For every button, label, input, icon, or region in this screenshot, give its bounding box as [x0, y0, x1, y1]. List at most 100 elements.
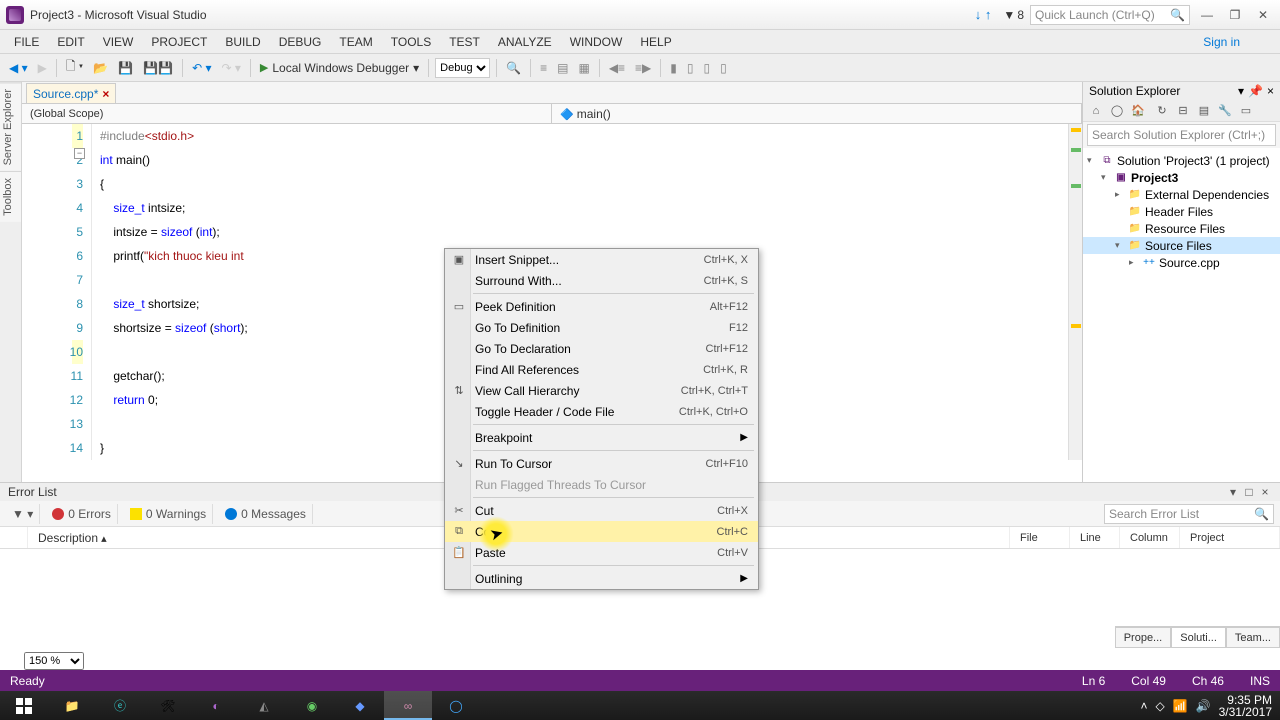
menu-file[interactable]: FILE: [6, 31, 47, 53]
ctx-surround-with-[interactable]: Surround With...Ctrl+K, S: [445, 270, 758, 291]
warnings-filter[interactable]: 0 Warnings: [124, 504, 213, 524]
indent-less-button[interactable]: ◀≡: [606, 58, 628, 78]
cloud-sync-icon[interactable]: ↓ ↑: [975, 7, 992, 22]
minimize-button[interactable]: —: [1196, 6, 1218, 24]
messages-filter[interactable]: 0 Messages: [219, 504, 313, 524]
fold-toggle-icon[interactable]: −: [74, 148, 85, 159]
restore-button[interactable]: ❐: [1224, 6, 1246, 24]
filter-dropdown[interactable]: ▼ ▾: [6, 504, 40, 524]
notification-badge[interactable]: ▼ 8: [1003, 8, 1024, 22]
indent-more-button[interactable]: ≡▶: [632, 58, 654, 78]
overview-ruler[interactable]: [1068, 124, 1082, 460]
menu-window[interactable]: WINDOW: [562, 31, 631, 53]
start-debugging-button[interactable]: ▶Local Windows Debugger ▾: [257, 58, 422, 78]
menu-team[interactable]: TEAM: [331, 31, 380, 53]
new-project-button[interactable]: 🗋 ▾: [63, 58, 86, 78]
ctx-view-call-hierarchy[interactable]: ⇅View Call HierarchyCtrl+K, Ctrl+T: [445, 380, 758, 401]
find-button[interactable]: 🔍: [503, 58, 524, 78]
misc-button-4[interactable]: ▯: [717, 58, 730, 78]
tray-volume-icon[interactable]: 🔊: [1196, 699, 1211, 713]
save-button[interactable]: 💾: [115, 58, 136, 78]
start-button[interactable]: [0, 691, 48, 720]
sol-properties-icon[interactable]: 🔧: [1216, 102, 1234, 120]
error-search-input[interactable]: Search Error List🔍: [1104, 504, 1274, 524]
redo-button[interactable]: ↷ ▾: [218, 58, 243, 78]
ctx-run-to-cursor[interactable]: ↘Run To CursorCtrl+F10: [445, 453, 758, 474]
errors-filter[interactable]: 0 Errors: [46, 504, 118, 524]
save-all-button[interactable]: 💾💾: [140, 58, 176, 78]
sign-in-link[interactable]: Sign in: [1203, 35, 1240, 49]
sol-home2-icon[interactable]: 🏠: [1129, 102, 1147, 120]
eclipse-icon[interactable]: ◐: [192, 691, 240, 720]
menu-test[interactable]: TEST: [441, 31, 488, 53]
col-project[interactable]: Project: [1180, 527, 1280, 548]
sol-preview-icon[interactable]: ▭: [1237, 102, 1255, 120]
col-file[interactable]: File: [1010, 527, 1070, 548]
col-icon[interactable]: [0, 527, 28, 548]
col-column[interactable]: Column: [1120, 527, 1180, 548]
tab-source-cpp[interactable]: Source.cpp* ×: [26, 83, 116, 103]
tree-node[interactable]: ▸📁External Dependencies: [1083, 186, 1280, 203]
menu-edit[interactable]: EDIT: [49, 31, 92, 53]
tree-node[interactable]: 📁Resource Files: [1083, 220, 1280, 237]
menu-debug[interactable]: DEBUG: [271, 31, 330, 53]
panel-pin-icon[interactable]: 📌: [1248, 84, 1263, 98]
system-tray[interactable]: ˄ ◇ 📶 🔊 9:35 PM 3/31/2017: [1140, 694, 1280, 718]
unity-icon[interactable]: ◭: [240, 691, 288, 720]
sol-collapse-icon[interactable]: ⊟: [1174, 102, 1192, 120]
app-icon-1[interactable]: ◉: [288, 691, 336, 720]
ctx-toggle-header-code-file[interactable]: Toggle Header / Code FileCtrl+K, Ctrl+O: [445, 401, 758, 422]
open-file-button[interactable]: 📂: [90, 58, 111, 78]
ctx-peek-definition[interactable]: ▭Peek DefinitionAlt+F12: [445, 296, 758, 317]
tree-node[interactable]: ▸++Source.cpp: [1083, 254, 1280, 271]
nav-back-button[interactable]: ◀ ▾: [6, 58, 31, 78]
tray-dropbox-icon[interactable]: ◇: [1155, 699, 1164, 713]
visual-studio-icon[interactable]: ∞: [384, 691, 432, 720]
solution-tree[interactable]: ▾⧉Solution 'Project3' (1 project)▾▣Proje…: [1083, 148, 1280, 482]
panel-maximize-icon[interactable]: □: [1242, 485, 1256, 499]
bookmark-button[interactable]: ▦: [575, 58, 592, 78]
team-tab[interactable]: Team...: [1226, 627, 1280, 648]
server-explorer-tab[interactable]: Server Explorer: [0, 82, 21, 171]
ctx-find-all-references[interactable]: Find All ReferencesCtrl+K, R: [445, 359, 758, 380]
panel-dropdown-icon[interactable]: ▾: [1238, 84, 1244, 98]
ctx-cut[interactable]: ✂CutCtrl+X: [445, 500, 758, 521]
task-manager-icon[interactable]: 🛠: [144, 691, 192, 720]
sol-refresh-icon[interactable]: ↻: [1153, 102, 1171, 120]
panel-dropdown-icon[interactable]: ▾: [1226, 485, 1240, 499]
menu-tools[interactable]: TOOLS: [383, 31, 439, 53]
ctx-outlining[interactable]: Outlining▶: [445, 568, 758, 589]
ctx-insert-snippet-[interactable]: ▣Insert Snippet...Ctrl+K, X: [445, 249, 758, 270]
tab-close-icon[interactable]: ×: [102, 87, 109, 101]
uncomment-button[interactable]: ▤: [554, 58, 571, 78]
panel-close-icon[interactable]: ×: [1267, 84, 1274, 98]
properties-tab[interactable]: Prope...: [1115, 627, 1172, 648]
chrome-icon[interactable]: ◯: [432, 691, 480, 720]
comment-button[interactable]: ≡: [537, 58, 550, 78]
menu-project[interactable]: PROJECT: [143, 31, 215, 53]
ctx-paste[interactable]: 📋PasteCtrl+V: [445, 542, 758, 563]
context-menu[interactable]: ▣Insert Snippet...Ctrl+K, XSurround With…: [444, 248, 759, 590]
ie-icon[interactable]: ⓔ: [96, 691, 144, 720]
tray-network-icon[interactable]: 📶: [1173, 699, 1188, 713]
solution-search-input[interactable]: Search Solution Explorer (Ctrl+;): [1087, 124, 1276, 146]
app-icon-2[interactable]: ◆: [336, 691, 384, 720]
tree-node[interactable]: ▾▣Project3: [1083, 169, 1280, 186]
ctx-go-to-definition[interactable]: Go To DefinitionF12: [445, 317, 758, 338]
misc-button-1[interactable]: ▮: [667, 58, 680, 78]
tree-node[interactable]: 📁Header Files: [1083, 203, 1280, 220]
col-line[interactable]: Line: [1070, 527, 1120, 548]
sol-home-icon[interactable]: ⌂: [1087, 102, 1105, 120]
nav-fwd-button[interactable]: ▶: [35, 58, 50, 78]
misc-button-3[interactable]: ▯: [701, 58, 714, 78]
menu-build[interactable]: BUILD: [217, 31, 268, 53]
ctx-copy[interactable]: ⧉CopyCtrl+C: [445, 521, 758, 542]
menu-view[interactable]: VIEW: [95, 31, 142, 53]
config-select[interactable]: Debug: [435, 58, 490, 78]
close-button[interactable]: ✕: [1252, 6, 1274, 24]
scope-right[interactable]: 🔷 main(): [552, 104, 1082, 123]
taskbar-clock[interactable]: 9:35 PM 3/31/2017: [1219, 694, 1272, 718]
quick-launch-input[interactable]: Quick Launch (Ctrl+Q)🔍: [1030, 5, 1190, 25]
sol-showall-icon[interactable]: ▤: [1195, 102, 1213, 120]
scope-left[interactable]: (Global Scope): [22, 104, 552, 123]
